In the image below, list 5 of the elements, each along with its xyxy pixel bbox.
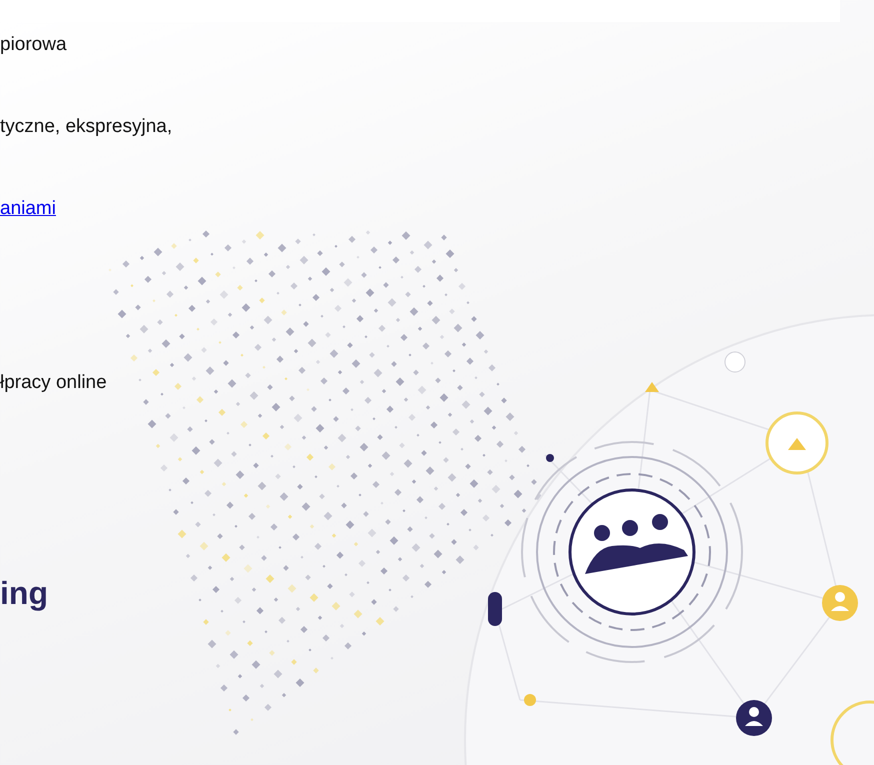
- text-link[interactable]: aniami: [0, 198, 56, 221]
- body-text: piorowa: [0, 34, 67, 57]
- heading: ing: [0, 576, 48, 612]
- body-text: łpracy online: [0, 372, 107, 395]
- body-text: tyczne, ekspresyjna,: [0, 116, 172, 139]
